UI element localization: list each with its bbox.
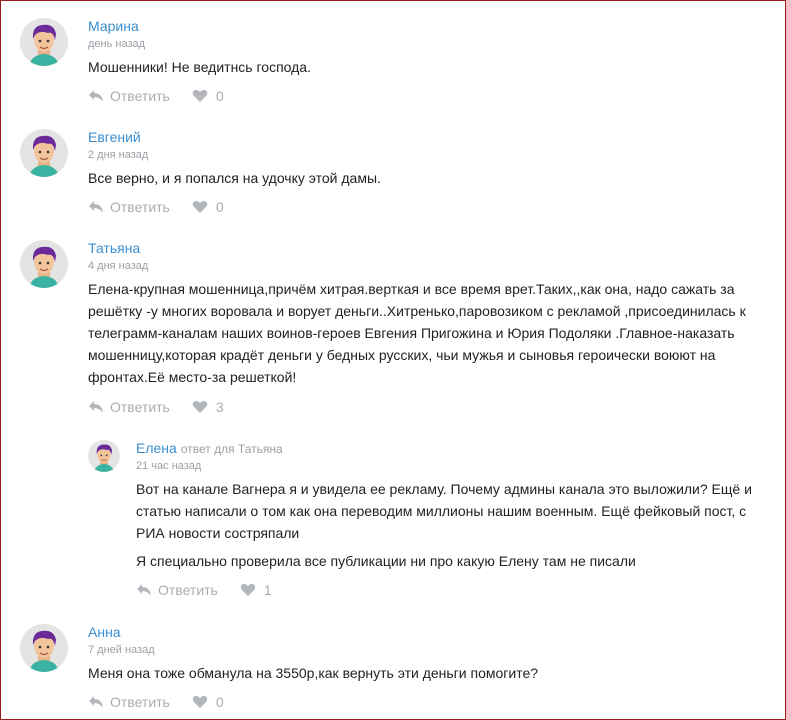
user-avatar-icon[interactable] bbox=[20, 18, 68, 66]
comment-paragraph: Все верно, и я попался на удочку этой да… bbox=[88, 170, 381, 186]
user-avatar-icon[interactable] bbox=[20, 624, 68, 672]
comment-paragraph: Мошенники! Не ведитнсь господа. bbox=[88, 59, 311, 75]
comment-text: Меня она тоже обманула на 3550р,как верн… bbox=[88, 662, 758, 684]
comment-time: 7 дней назад bbox=[88, 644, 155, 656]
reply-label: Ответить bbox=[110, 88, 170, 104]
reply-button[interactable]: Ответить bbox=[88, 199, 170, 215]
reply-comment: Елена ответ для Татьяна 21 час назад Вот … bbox=[88, 440, 768, 605]
comment-paragraph: Я специально проверила все публикации ни… bbox=[136, 553, 636, 569]
user-avatar-icon[interactable] bbox=[20, 240, 68, 288]
comment-text: Мошенники! Не ведитнсь господа. bbox=[88, 56, 758, 78]
heart-icon bbox=[192, 400, 208, 413]
comment-paragraph: Елена-крупная мошенница,причём хитрая.ве… bbox=[88, 281, 746, 385]
comment-author[interactable]: Марина bbox=[88, 18, 139, 34]
comment-actions: Ответить 0 bbox=[88, 88, 224, 104]
heart-icon bbox=[240, 583, 256, 596]
reply-arrow-icon bbox=[89, 90, 103, 102]
comment-time: день назад bbox=[88, 38, 146, 50]
reply-label: Ответить bbox=[110, 694, 170, 710]
comment-actions: Ответить 3 bbox=[88, 399, 224, 415]
comment-author[interactable]: Татьяна bbox=[88, 240, 140, 256]
comment-time: 2 дня назад bbox=[88, 149, 149, 161]
comment: Марина день назад Мошенники! Не ведитнсь… bbox=[20, 18, 760, 118]
like-button[interactable]: 1 bbox=[240, 582, 272, 598]
comment-actions: Ответить 1 bbox=[136, 582, 272, 598]
comment-author[interactable]: Елена bbox=[136, 440, 177, 456]
comment-actions: Ответить 0 bbox=[88, 694, 224, 710]
comment-time: 4 дня назад bbox=[88, 260, 149, 272]
comment-author[interactable]: Анна bbox=[88, 624, 121, 640]
reply-button[interactable]: Ответить bbox=[88, 399, 170, 415]
like-button[interactable]: 0 bbox=[192, 694, 224, 710]
reply-label: Ответить bbox=[110, 399, 170, 415]
heart-icon bbox=[192, 200, 208, 213]
comment-text: Вот на канале Вагнера я и увидела ее рек… bbox=[136, 478, 758, 572]
reply-button[interactable]: Ответить bbox=[88, 88, 170, 104]
heart-icon bbox=[192, 89, 208, 102]
comment-text: Все верно, и я попался на удочку этой да… bbox=[88, 167, 758, 189]
reply-button[interactable]: Ответить bbox=[88, 694, 170, 710]
reply-arrow-icon bbox=[89, 696, 103, 708]
like-count: 0 bbox=[215, 199, 224, 215]
like-button[interactable]: 3 bbox=[192, 399, 224, 415]
user-avatar-icon[interactable] bbox=[20, 129, 68, 177]
like-count: 1 bbox=[263, 582, 272, 598]
reply-to-label[interactable]: ответ для Татьяна bbox=[181, 442, 283, 456]
like-count: 3 bbox=[215, 399, 224, 415]
comment: Татьяна 4 дня назад Елена-крупная мошенн… bbox=[20, 240, 760, 420]
reply-label: Ответить bbox=[110, 199, 170, 215]
comment: Анна 7 дней назад Меня она тоже обманула… bbox=[20, 624, 760, 718]
reply-arrow-icon bbox=[137, 584, 151, 596]
comment-text: Елена-крупная мошенница,причём хитрая.ве… bbox=[88, 278, 768, 388]
like-count: 0 bbox=[215, 88, 224, 104]
comment-time: 21 час назад bbox=[136, 460, 202, 472]
like-count: 0 bbox=[215, 694, 224, 710]
reply-arrow-icon bbox=[89, 401, 103, 413]
comment: Евгений 2 дня назад Все верно, и я попал… bbox=[20, 129, 760, 229]
heart-icon bbox=[192, 695, 208, 708]
comment-author-line: Елена ответ для Татьяна bbox=[136, 440, 283, 456]
reply-button[interactable]: Ответить bbox=[136, 582, 218, 598]
comment-author[interactable]: Евгений bbox=[88, 129, 141, 145]
comment-paragraph: Меня она тоже обманула на 3550р,как верн… bbox=[88, 665, 539, 681]
reply-arrow-icon bbox=[89, 201, 103, 213]
like-button[interactable]: 0 bbox=[192, 199, 224, 215]
comment-actions: Ответить 0 bbox=[88, 199, 224, 215]
reply-label: Ответить bbox=[158, 582, 218, 598]
like-button[interactable]: 0 bbox=[192, 88, 224, 104]
comment-paragraph: Вот на канале Вагнера я и увидела ее рек… bbox=[136, 481, 752, 541]
user-avatar-icon[interactable] bbox=[88, 440, 120, 472]
